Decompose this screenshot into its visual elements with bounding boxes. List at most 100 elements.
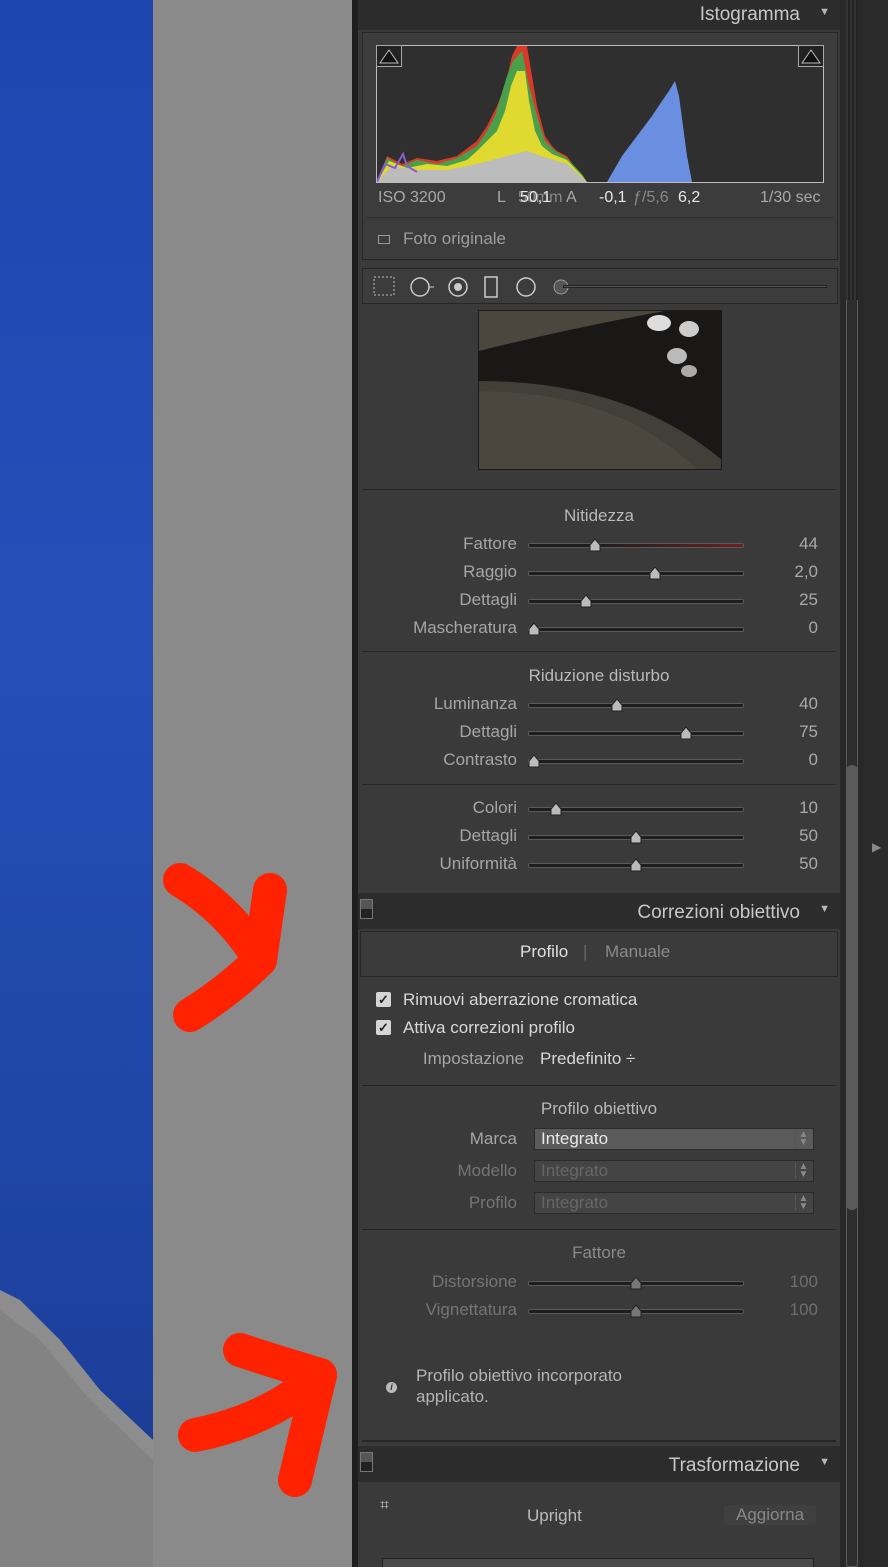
model-value: Integrato	[541, 1161, 609, 1180]
slider-thumb[interactable]	[629, 1304, 643, 1318]
panel-scrollbar[interactable]	[840, 0, 864, 1567]
annotation-arrow	[178, 1333, 337, 1497]
slider-label: Contrasto	[443, 750, 517, 769]
slider-track[interactable]	[528, 759, 744, 764]
slider-thumb[interactable]	[579, 594, 593, 608]
slider-thumb[interactable]	[610, 698, 624, 712]
amount-title: Fattore	[572, 1243, 626, 1262]
divider	[362, 489, 836, 490]
slider-value[interactable]: 25	[799, 590, 818, 610]
crop-grid-icon[interactable]	[373, 276, 395, 301]
slider-value[interactable]: 100	[790, 1272, 818, 1292]
shutter-value: 1/30 sec	[760, 189, 821, 206]
scrollbar-thumb[interactable]	[846, 765, 858, 1210]
tool-slider[interactable]	[563, 285, 827, 288]
enable-profile-label[interactable]: Attiva correzioni profilo	[403, 1018, 575, 1038]
remove-ca-checkbox[interactable]: ✓	[376, 992, 391, 1007]
slider-track[interactable]	[528, 731, 744, 736]
slider-value[interactable]: 44	[799, 534, 818, 554]
slider-label: Uniformità	[439, 854, 517, 873]
original-photo-checkbox[interactable]	[378, 235, 390, 244]
slider-label: Mascheratura	[413, 618, 517, 637]
slider-thumb[interactable]	[679, 726, 693, 740]
slider-track[interactable]	[528, 543, 744, 548]
update-button[interactable]: Aggiorna	[724, 1505, 817, 1525]
shadow-clipping-icon[interactable]	[376, 45, 402, 67]
lens-corrections-header[interactable]: Correzioni obiettivo ▼	[358, 893, 840, 929]
slider-track[interactable]	[528, 627, 744, 632]
slider-value[interactable]: 2,0	[794, 562, 818, 582]
info-icon: i	[386, 1382, 397, 1393]
brush-icon[interactable]	[551, 276, 571, 303]
slider-label: Dettagli	[459, 722, 517, 741]
lens-tabs-bar	[360, 931, 838, 977]
profile-select[interactable]: Integrato ▲ ▼	[534, 1192, 814, 1214]
transform-header[interactable]: Trasformazione ▼	[358, 1446, 840, 1482]
slider-label: Raggio	[463, 562, 517, 581]
collapse-triangle-icon[interactable]: ▼	[819, 903, 830, 915]
remove-ca-label[interactable]: Rimuovi aberrazione cromatica	[403, 990, 637, 1010]
aperture-value: ƒ/5,6	[633, 189, 669, 206]
label-a: A	[566, 189, 577, 206]
slider-track[interactable]	[528, 571, 744, 576]
slider-track[interactable]	[528, 599, 744, 604]
histogram-panel: ISO 3200 L 50mm 50,1 A -0,1 ƒ/5,6 6,2 1/…	[362, 32, 838, 260]
tab-separator: |	[583, 942, 588, 961]
sharpening-title: Nitidezza	[564, 506, 634, 525]
profile-label: Profilo	[468, 1193, 517, 1212]
slider-thumb[interactable]	[588, 538, 602, 552]
tab-manual[interactable]: Manuale	[605, 942, 670, 962]
info-line-1: Profilo obiettivo incorporato	[416, 1366, 623, 1385]
b-value: 6,2	[678, 189, 701, 206]
upright-buttons[interactable]	[382, 1558, 814, 1567]
slider-value[interactable]: 50	[799, 826, 818, 846]
collapse-triangle-icon[interactable]: ▼	[819, 6, 830, 18]
slider-value[interactable]: 50	[799, 854, 818, 874]
slider-thumb[interactable]	[629, 1276, 643, 1290]
model-select[interactable]: Integrato ▲ ▼	[534, 1160, 814, 1182]
slider-value[interactable]: 40	[799, 694, 818, 714]
slider-value[interactable]: 0	[809, 618, 818, 638]
slider-thumb[interactable]	[527, 754, 541, 768]
slider-value[interactable]: 10	[799, 798, 818, 818]
slider-value[interactable]: 75	[799, 722, 818, 742]
original-photo-label[interactable]: Foto originale	[403, 229, 506, 249]
enable-profile-checkbox[interactable]: ✓	[376, 1020, 391, 1035]
setup-label: Impostazione	[422, 1049, 524, 1068]
annotation-arrow	[163, 863, 287, 1032]
slider-label: Distorsione	[431, 1272, 517, 1291]
red-eye-icon[interactable]	[447, 276, 469, 303]
slider-value[interactable]: 0	[809, 750, 818, 770]
profile-value: Integrato	[541, 1193, 609, 1212]
expand-arrow-icon[interactable]: ▶	[872, 840, 881, 854]
slider-value[interactable]: 100	[790, 1300, 818, 1320]
divider	[362, 784, 836, 785]
make-select[interactable]: Integrato ▲ ▼	[534, 1128, 814, 1150]
slider-thumb[interactable]	[527, 622, 541, 636]
lens-profile-title: Profilo obiettivo	[540, 1099, 658, 1118]
divider	[362, 1229, 836, 1230]
slider-track[interactable]	[528, 703, 744, 708]
graduated-filter-icon[interactable]	[483, 276, 499, 303]
panel-switch-icon[interactable]	[360, 899, 373, 919]
slider-thumb[interactable]	[648, 566, 662, 580]
highlight-clipping-icon[interactable]	[798, 45, 824, 67]
tab-profile[interactable]: Profilo	[520, 942, 568, 962]
setup-dropdown[interactable]: Predefinito ÷	[540, 1049, 635, 1069]
radial-filter-icon[interactable]	[515, 276, 537, 303]
histogram-header[interactable]: Istogramma ▼	[358, 0, 840, 30]
stepper-icon: ▲ ▼	[795, 1194, 811, 1212]
slider-thumb[interactable]	[629, 830, 643, 844]
crop-guide-icon[interactable]: ⌗	[380, 1497, 389, 1515]
spot-removal-icon[interactable]	[409, 276, 435, 303]
stepper-icon: ▲ ▼	[795, 1162, 811, 1180]
slider-label: Fattore	[463, 534, 517, 553]
slider-thumb[interactable]	[549, 802, 563, 816]
slider-label: Colori	[472, 798, 517, 817]
slider-thumb[interactable]	[629, 858, 643, 872]
photo-preview	[0, 0, 153, 1567]
right-panel-edge[interactable]: ▶	[864, 0, 888, 1567]
collapse-triangle-icon[interactable]: ▼	[819, 1456, 830, 1468]
detail-preview-image[interactable]	[478, 310, 722, 470]
panel-switch-icon[interactable]	[360, 1452, 373, 1472]
